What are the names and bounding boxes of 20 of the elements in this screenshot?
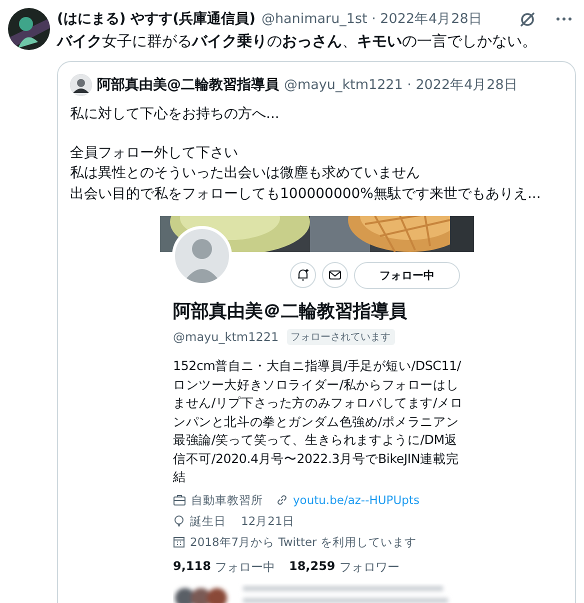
profile-bio: 152cm普自ニ・大自ニ指導員/手足が短い/DSC11/ロンツー大好きソロライダー/私からフォローはしません/リプ下さった方のみフォロバしてます/メロンパンと北斗の拳とガンダム色強め/ポメラニアン最強論/笑って笑って、生きられますように/DM返信不可/2020.4月号〜2022.3月号でBikeJIN連載完結 bbox=[173, 357, 464, 486]
following-button[interactable]: フォロー中 bbox=[354, 262, 460, 288]
followers-count: 18,259 bbox=[288, 558, 336, 574]
profile-handle: @mayu_ktm1221 bbox=[173, 330, 279, 344]
following-label[interactable]: フォロー中 bbox=[214, 558, 275, 576]
tweet-text: バイク女子に群がるバイク乗りのおっさん、キモいの一言でしかない。 bbox=[57, 32, 538, 51]
author-meta: @hanimaru_1st · 2022年4月28日 bbox=[261, 10, 484, 28]
followers-label[interactable]: フォロワー bbox=[339, 558, 400, 576]
follows-you-badge: フォローされています bbox=[286, 329, 395, 345]
birthday-date: 12月21日 bbox=[241, 514, 294, 528]
tweet-text: 全員フォロー外して下さい 私は異性とのそういった出会いは微塵も求めていません 出会い目的で私をフォローしても100000000%無駄です来世でもありえ... bbox=[70, 144, 542, 204]
profile-name: 阿部真由美＠二輪教習指導員 bbox=[173, 300, 408, 323]
author-name: 阿部真由美@二輪教習指導員 bbox=[97, 76, 279, 94]
tweet-text: 私に対して下心をお持ちの方へ... bbox=[70, 105, 280, 124]
author-name: (はにまる) やすす(兵庫通信員) bbox=[57, 10, 256, 28]
birthday-label: 誕生日 bbox=[190, 514, 226, 528]
author-meta: @mayu_ktm1221 · 2022年4月28日 bbox=[284, 76, 518, 94]
profile-location: 自動車教習所 bbox=[191, 492, 263, 508]
joined-date: 2018年7月から Twitter を利用しています bbox=[190, 534, 416, 550]
following-count: 9,118 bbox=[173, 558, 211, 574]
